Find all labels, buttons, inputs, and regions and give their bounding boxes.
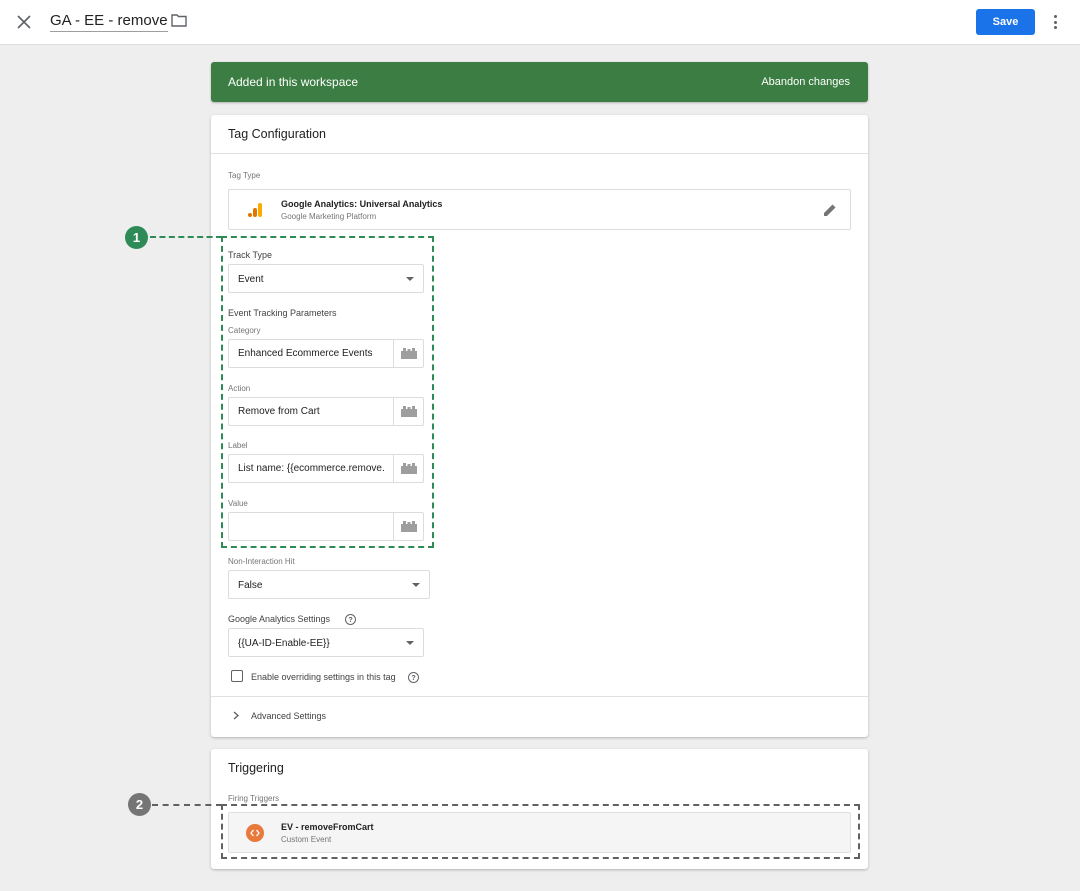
annotation-line-1 <box>150 236 222 238</box>
ga-settings-value: {{UA-ID-Enable-EE}} <box>238 638 330 649</box>
annotation-marker-1: 1 <box>125 226 148 249</box>
dropdown-arrow-icon <box>412 583 420 587</box>
annotation-line-2 <box>152 804 222 806</box>
dropdown-arrow-icon <box>406 641 414 645</box>
non-interaction-select[interactable]: False <box>228 570 430 599</box>
tag-type-selector[interactable]: Google Analytics: Universal Analytics Go… <box>228 189 851 230</box>
more-vert-icon[interactable] <box>1047 11 1063 33</box>
divider <box>211 696 868 697</box>
card-title: Tag Configuration <box>228 127 326 141</box>
pencil-icon[interactable] <box>822 202 838 218</box>
advanced-settings-label: Advanced Settings <box>251 711 326 721</box>
card-title: Triggering <box>228 761 284 775</box>
non-interaction-value: False <box>238 580 262 591</box>
annotation-box-2 <box>221 804 860 859</box>
firing-triggers-label: Firing Triggers <box>228 794 279 803</box>
tag-type-name: Google Analytics: Universal Analytics <box>281 199 442 209</box>
close-icon[interactable] <box>13 11 35 33</box>
tag-type-sub: Google Marketing Platform <box>281 212 376 221</box>
help-icon[interactable]: ? <box>345 614 356 625</box>
override-label: Enable overriding settings in this tag <box>251 672 396 682</box>
ga-settings-select[interactable]: {{UA-ID-Enable-EE}} <box>228 628 424 657</box>
ga-settings-label: Google Analytics Settings <box>228 614 330 624</box>
folder-icon[interactable] <box>171 13 189 31</box>
divider <box>211 153 868 154</box>
workspace-banner: Added in this workspace Abandon changes <box>211 62 868 102</box>
save-button[interactable]: Save <box>976 9 1035 35</box>
google-analytics-icon <box>247 202 263 218</box>
non-interaction-label: Non-Interaction Hit <box>228 557 295 566</box>
tag-name-title[interactable]: GA - EE - remove <box>50 12 168 32</box>
abandon-changes-link[interactable]: Abandon changes <box>761 76 850 88</box>
help-icon[interactable]: ? <box>408 672 419 683</box>
chevron-right-icon <box>233 711 239 720</box>
banner-text: Added in this workspace <box>228 75 358 89</box>
annotation-box-1 <box>221 236 434 548</box>
annotation-marker-2: 2 <box>128 793 151 816</box>
override-checkbox[interactable] <box>231 670 243 682</box>
tag-type-label: Tag Type <box>228 171 260 180</box>
top-bar: GA - EE - remove Save <box>0 0 1080 45</box>
